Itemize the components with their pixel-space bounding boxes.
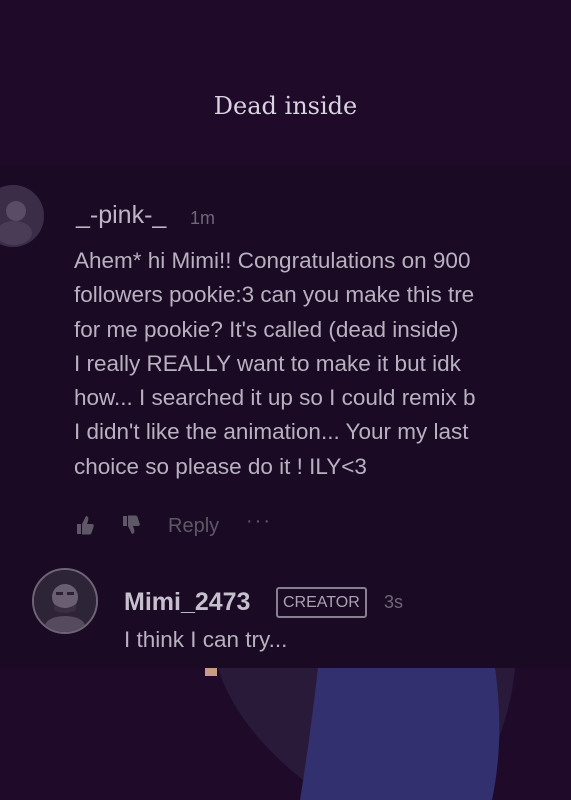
- creator-username[interactable]: Mimi_2473: [124, 588, 250, 617]
- reply-timestamp: 3s: [384, 592, 404, 612]
- reply-button[interactable]: Reply: [168, 515, 219, 538]
- comment-text: Ahem* hi Mimi!! Congratulations on 900 f…: [74, 248, 476, 479]
- creator-badge: CREATOR: [276, 587, 367, 618]
- comment-timestamp: 1m: [190, 208, 216, 228]
- page-title: Dead inside: [213, 92, 358, 120]
- dislike-icon[interactable]: [120, 514, 142, 542]
- commenter-username[interactable]: _-pink-_: [76, 201, 166, 230]
- creator-avatar[interactable]: [32, 568, 98, 634]
- like-icon[interactable]: [74, 514, 96, 542]
- reply-text: I think I can try...: [124, 627, 288, 652]
- more-options-icon[interactable]: ···: [246, 510, 272, 533]
- avatar-image: [34, 570, 96, 632]
- character-figure: [0, 668, 571, 800]
